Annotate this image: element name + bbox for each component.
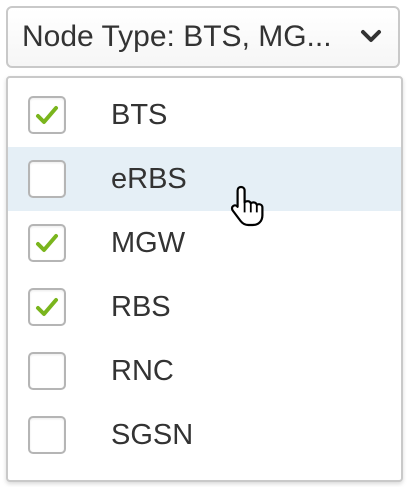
checkmark-icon xyxy=(36,298,58,316)
option-erbs[interactable]: eRBS xyxy=(8,147,401,211)
checkbox[interactable] xyxy=(28,96,66,134)
option-sgsn[interactable]: SGSN xyxy=(8,403,401,467)
option-rnc[interactable]: RNC xyxy=(8,339,401,403)
option-label: eRBS xyxy=(111,162,187,195)
checkbox[interactable] xyxy=(28,288,66,326)
chevron-down-icon[interactable] xyxy=(358,24,384,50)
option-label: RBS xyxy=(111,290,171,323)
checkbox[interactable] xyxy=(28,160,66,198)
checkmark-icon xyxy=(36,106,58,124)
option-label: MGW xyxy=(111,226,186,259)
checkbox[interactable] xyxy=(28,224,66,262)
option-label: SGSN xyxy=(111,418,194,451)
dropdown-label: Node Type: BTS, MG... xyxy=(22,20,332,53)
option-rbs[interactable]: RBS xyxy=(8,275,401,339)
dropdown-options-panel: BTS eRBS MGW RBS RNC SGSN xyxy=(6,76,403,482)
node-type-dropdown[interactable]: Node Type: BTS, MG... xyxy=(6,6,400,68)
option-label: RNC xyxy=(111,354,174,387)
checkmark-icon xyxy=(36,234,58,252)
checkbox[interactable] xyxy=(28,416,66,454)
option-bts[interactable]: BTS xyxy=(8,83,401,147)
checkbox[interactable] xyxy=(28,352,66,390)
option-label: BTS xyxy=(111,98,168,131)
option-mgw[interactable]: MGW xyxy=(8,211,401,275)
